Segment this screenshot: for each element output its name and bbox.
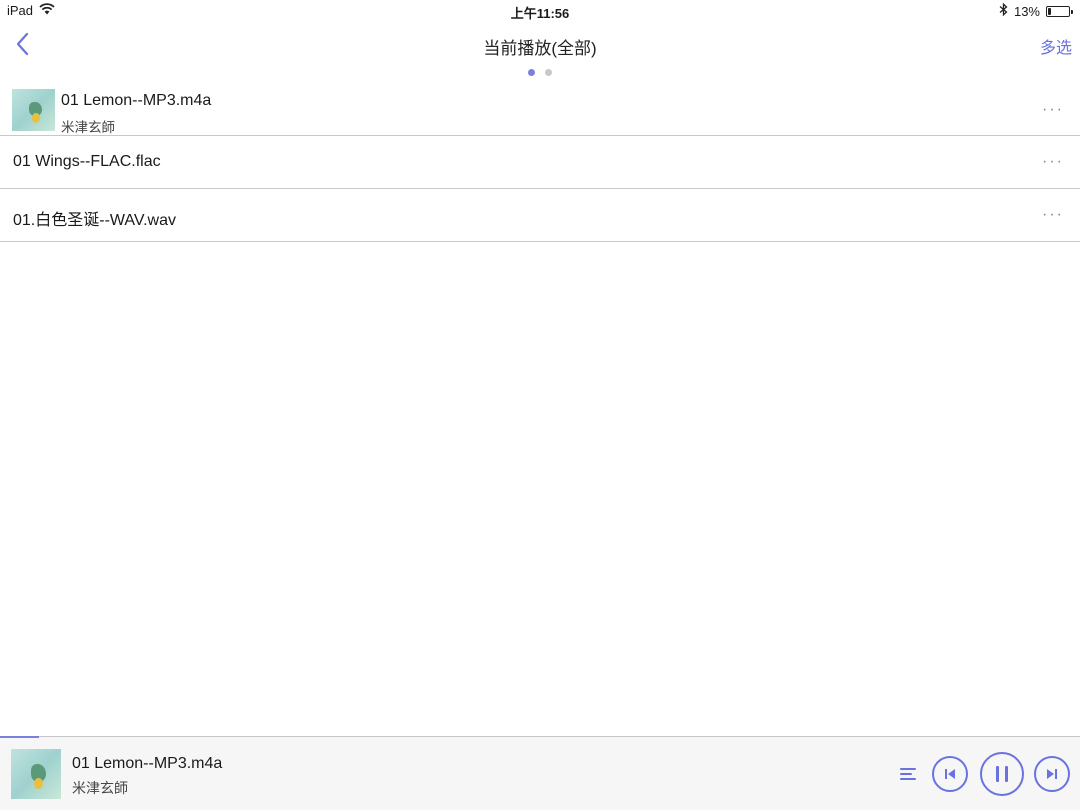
queue-icon <box>900 768 916 780</box>
pause-button[interactable] <box>980 752 1024 796</box>
battery-fill <box>1048 7 1051 15</box>
queue-button[interactable] <box>896 759 926 787</box>
progress-bar[interactable] <box>0 736 1080 738</box>
next-icon <box>1047 769 1057 779</box>
next-button[interactable] <box>1034 756 1070 792</box>
previous-icon <box>945 769 955 779</box>
mini-player[interactable]: 01 Lemon--MP3.m4a 米津玄師 <box>0 736 1080 810</box>
track-row[interactable]: 01.白色圣诞--WAV.wav ··· <box>0 189 1080 242</box>
track-title: 01 Wings--FLAC.flac <box>13 153 161 170</box>
track-title: 01.白色圣诞--WAV.wav <box>13 212 176 229</box>
progress-fill <box>0 736 39 738</box>
battery-icon <box>1046 5 1073 17</box>
track-row[interactable]: 01 Wings--FLAC.flac ··· <box>0 136 1080 189</box>
status-time: 上午11:56 <box>510 6 570 21</box>
track-artist: 米津玄師 <box>61 120 115 135</box>
page-indicator <box>0 69 1080 76</box>
track-list: 01 Lemon--MP3.m4a 米津玄師 ··· 01 Wings--FLAC.f… <box>0 84 1080 242</box>
pause-icon <box>996 766 1008 782</box>
multi-select-button[interactable]: 多选 <box>1040 34 1072 58</box>
more-options-icon[interactable]: ··· <box>1042 206 1064 224</box>
battery-percent: 13% <box>1013 3 1040 19</box>
now-playing-title: 01 Lemon--MP3.m4a <box>72 755 223 772</box>
page-title: 当前播放(全部) <box>483 39 597 58</box>
now-playing-artist: 米津玄師 <box>72 780 128 796</box>
battery-tip <box>1071 9 1073 14</box>
status-bar: iPad 上午11:56 13% <box>0 0 1080 22</box>
track-row[interactable]: 01 Lemon--MP3.m4a 米津玄師 ··· <box>0 84 1080 136</box>
more-options-icon[interactable]: ··· <box>1042 101 1064 119</box>
track-artwork <box>12 89 55 131</box>
status-right: 13% <box>999 2 1073 19</box>
page-dot[interactable] <box>528 69 535 76</box>
bluetooth-icon <box>999 2 1008 19</box>
now-playing-artwork[interactable] <box>11 749 61 799</box>
track-title: 01 Lemon--MP3.m4a <box>61 92 212 109</box>
nav-bar: 当前播放(全部) 多选 <box>0 22 1080 66</box>
more-options-icon[interactable]: ··· <box>1042 153 1064 171</box>
previous-button[interactable] <box>932 756 968 792</box>
page-dot[interactable] <box>545 69 552 76</box>
